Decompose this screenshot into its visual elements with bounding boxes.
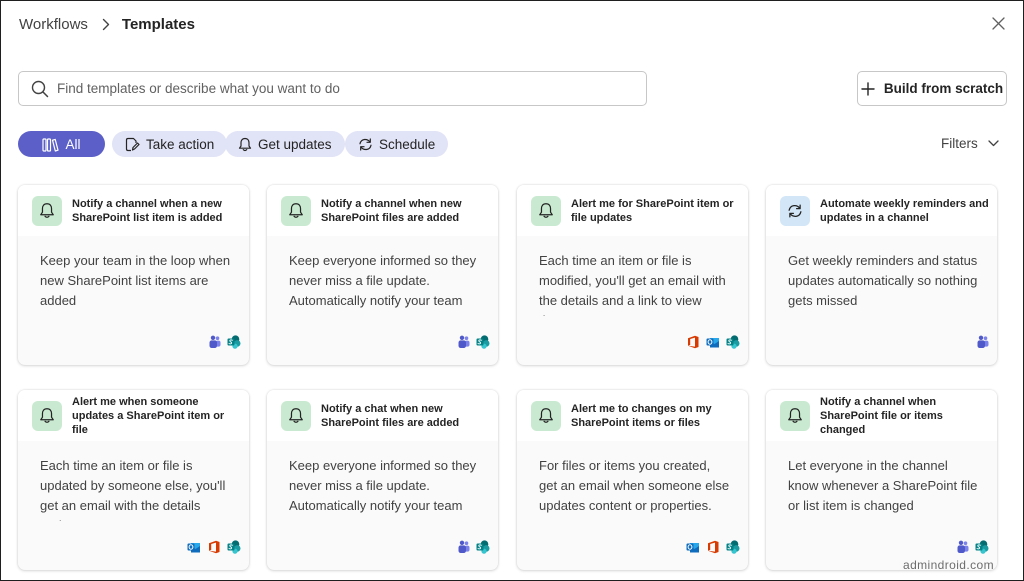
bell-icon [32, 195, 62, 226]
search-input[interactable] [57, 81, 617, 96]
filter-pill-label: Schedule [379, 136, 436, 152]
bell-icon [238, 137, 252, 152]
card-header: Notify a channel when a new SharePoint l… [18, 185, 249, 236]
chevron-down-icon [988, 139, 999, 147]
card-header: Notify a channel when SharePoint file or… [766, 390, 997, 441]
template-card[interactable]: Notify a chat when new SharePoint files … [267, 390, 498, 570]
card-apps [686, 335, 740, 349]
breadcrumb-workflows[interactable]: Workflows [19, 16, 88, 33]
filter-pill-label: Get updates [258, 136, 332, 152]
card-header: Notify a channel when new SharePoint fil… [267, 185, 498, 236]
filter-pill-get-updates[interactable]: Get updates [225, 131, 345, 157]
build-from-scratch-label: Build from scratch [883, 81, 1004, 96]
close-icon [991, 16, 1005, 30]
template-card[interactable]: Automate weekly reminders and updates in… [766, 185, 997, 365]
card-title: Notify a chat when new SharePoint files … [321, 402, 460, 429]
template-card[interactable]: Alert me to changes on my SharePoint ite… [517, 390, 748, 570]
templates-dialog: Workflows Templates Build from scratch A… [0, 0, 1024, 581]
card-title: Alert me when someone updates a SharePoi… [72, 395, 225, 436]
teams-icon [955, 540, 969, 554]
arrow-sync-icon [358, 137, 373, 152]
build-from-scratch-button[interactable]: Build from scratch [857, 71, 1007, 106]
filter-pill-label: All [65, 136, 81, 152]
card-description: Keep everyone informed so they never mis… [289, 253, 477, 316]
card-description: Each time an item or file is updated by … [40, 458, 226, 521]
card-title: Alert me for SharePoint item or file upd… [571, 197, 734, 224]
teams-icon [975, 335, 989, 349]
filters-dropdown[interactable]: Filters [941, 133, 999, 153]
template-card[interactable]: Notify a channel when a new SharePoint l… [18, 185, 249, 365]
filters-label: Filters [941, 135, 978, 151]
bell-icon [780, 400, 810, 431]
office-icon [706, 540, 720, 554]
card-header: Alert me to changes on my SharePoint ite… [517, 390, 748, 441]
edit-icon [125, 137, 140, 152]
chevron-right-icon [102, 18, 110, 31]
sharepoint-icon [227, 540, 241, 554]
filter-pill-schedule[interactable]: Schedule [345, 131, 449, 157]
card-apps [456, 540, 490, 554]
card-title: Notify a channel when new SharePoint fil… [321, 197, 462, 224]
teams-icon [207, 335, 221, 349]
filter-pill-label: Take action [146, 136, 215, 152]
filter-pill-take-action[interactable]: Take action [112, 131, 228, 157]
sharepoint-icon [476, 335, 490, 349]
search-icon [31, 80, 49, 97]
outlook-icon [187, 540, 201, 554]
card-title: Alert me to changes on my SharePoint ite… [571, 402, 712, 429]
card-description: Get weekly reminders and status updates … [788, 253, 978, 308]
card-apps [955, 540, 989, 554]
outlook-icon [686, 540, 700, 554]
teams-icon [456, 540, 470, 554]
breadcrumb-templates: Templates [121, 15, 195, 33]
card-description: Each time an item or file is modified, y… [539, 253, 726, 316]
card-description: Keep your team in the loop when new Shar… [40, 253, 231, 308]
template-card[interactable]: Notify a channel when new SharePoint fil… [267, 185, 498, 365]
card-header: Alert me when someone updates a SharePoi… [18, 390, 249, 441]
bell-icon [281, 400, 311, 431]
card-apps [456, 335, 490, 349]
card-apps [975, 335, 989, 349]
card-description: For files or items you created, get an e… [539, 458, 730, 513]
arrow-sync-icon [780, 195, 810, 226]
bell-icon [531, 195, 561, 226]
sharepoint-icon [975, 540, 989, 554]
template-card[interactable]: Alert me when someone updates a SharePoi… [18, 390, 249, 570]
outlook-icon [706, 335, 720, 349]
filter-pill-all[interactable]: All [18, 131, 105, 157]
card-header: Notify a chat when new SharePoint files … [267, 390, 498, 441]
sharepoint-icon [476, 540, 490, 554]
plus-icon [861, 81, 875, 96]
sharepoint-icon [726, 540, 740, 554]
card-apps [187, 540, 241, 554]
card-header: Automate weekly reminders and updates in… [766, 185, 997, 236]
card-title: Notify a channel when SharePoint file or… [820, 395, 943, 436]
office-icon [207, 540, 221, 554]
card-apps [207, 335, 241, 349]
sharepoint-icon [227, 335, 241, 349]
card-apps [686, 540, 740, 554]
search-box[interactable] [18, 71, 647, 106]
card-description: Let everyone in the channel know wheneve… [788, 458, 978, 513]
teams-icon [456, 335, 470, 349]
bell-icon [32, 400, 62, 431]
office-icon [686, 335, 700, 349]
card-header: Alert me for SharePoint item or file upd… [517, 185, 748, 236]
template-card[interactable]: Notify a channel when SharePoint file or… [766, 390, 997, 570]
sharepoint-icon [726, 335, 740, 349]
card-description: Keep everyone informed so they never mis… [289, 458, 477, 521]
close-button[interactable] [989, 14, 1007, 32]
bell-icon [281, 195, 311, 226]
bell-icon [531, 400, 561, 431]
card-title: Notify a channel when a new SharePoint l… [72, 197, 223, 224]
template-card[interactable]: Alert me for SharePoint item or file upd… [517, 185, 748, 365]
card-title: Automate weekly reminders and updates in… [820, 197, 989, 224]
watermark: admindroid.com [903, 558, 994, 572]
breadcrumb: Workflows Templates [19, 13, 195, 35]
books-icon [42, 137, 60, 152]
